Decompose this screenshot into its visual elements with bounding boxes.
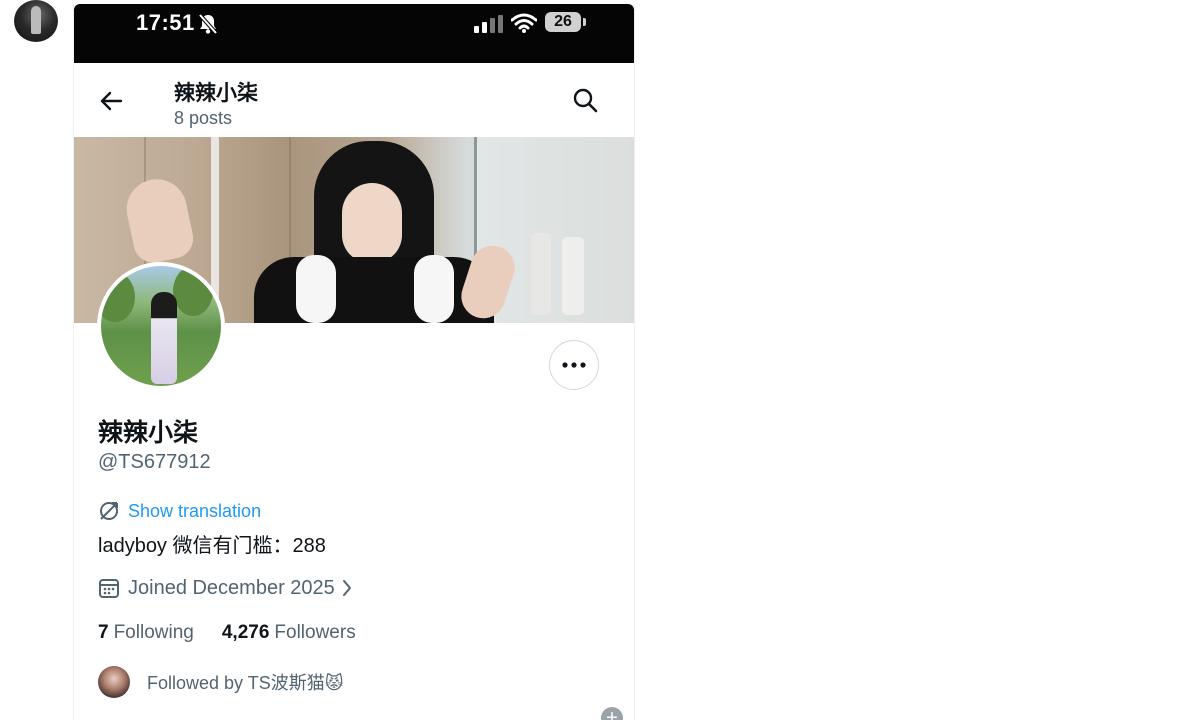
arrow-left-icon[interactable] [99, 90, 123, 112]
joined-date-row[interactable]: Joined December 2025 [98, 574, 353, 602]
battery-tip [583, 18, 586, 26]
profile-avatar[interactable] [97, 262, 225, 390]
banner-detail [414, 255, 454, 323]
show-translation-link[interactable]: Show translation [98, 498, 261, 524]
profile-display-name: 辣辣小柒 [98, 419, 199, 447]
wifi-icon [511, 13, 537, 33]
avatar-detail [151, 292, 177, 384]
header-post-count: 8 posts [174, 108, 233, 128]
status-time: 17:51 [136, 10, 195, 35]
banner-detail [562, 237, 584, 315]
profile-header: 辣辣小柒 8 posts [74, 63, 634, 137]
avatar-detail [173, 266, 213, 316]
followers-label: Followers [274, 622, 356, 643]
battery-indicator: 26 [545, 12, 581, 32]
joined-date: Joined December 2025 [128, 576, 335, 599]
plus-icon[interactable]: + [601, 707, 623, 720]
follower-avatar [98, 666, 130, 698]
avatar-figure [31, 6, 41, 34]
following-label: Following [113, 622, 194, 643]
followers-count: 4,276 [221, 622, 270, 643]
calendar-icon [99, 579, 119, 598]
profile-handle: @TS677912 [98, 451, 211, 473]
translate-icon [100, 502, 118, 520]
status-bar: 17:51 26 [74, 4, 634, 63]
profile-bio: ladyboy 微信有门槛：288 [98, 535, 326, 557]
header-title: 辣辣小柒 [174, 82, 258, 105]
follow-stats: 7 Following 4,276 Followers [98, 622, 384, 644]
following-link[interactable]: 7 Following [98, 622, 194, 644]
search-icon[interactable] [572, 87, 598, 113]
profile-screenshot: 17:51 26 辣辣小柒 8 posts 辣辣小柒 @TS677912 Sho… [73, 4, 635, 720]
chevron-right-icon [342, 580, 351, 596]
chat-sender-avatar[interactable] [14, 0, 58, 42]
banner-detail [254, 257, 494, 323]
banner-detail [296, 255, 336, 323]
more-options-button[interactable] [549, 340, 599, 390]
following-count: 7 [98, 622, 109, 643]
more-horizontal-icon [562, 362, 586, 368]
followers-link[interactable]: 4,276 Followers [222, 622, 356, 644]
followed-by-text: Followed by TS波斯猫😾 [147, 673, 344, 693]
followed-by-row[interactable]: Followed by TS波斯猫😾 [98, 664, 344, 700]
signal-icon [474, 15, 503, 33]
show-translation-label: Show translation [128, 500, 262, 521]
banner-detail [121, 173, 197, 267]
avatar-detail [101, 272, 135, 322]
banner-detail [531, 233, 551, 315]
bell-off-icon [198, 13, 218, 35]
banner-detail [342, 183, 402, 263]
